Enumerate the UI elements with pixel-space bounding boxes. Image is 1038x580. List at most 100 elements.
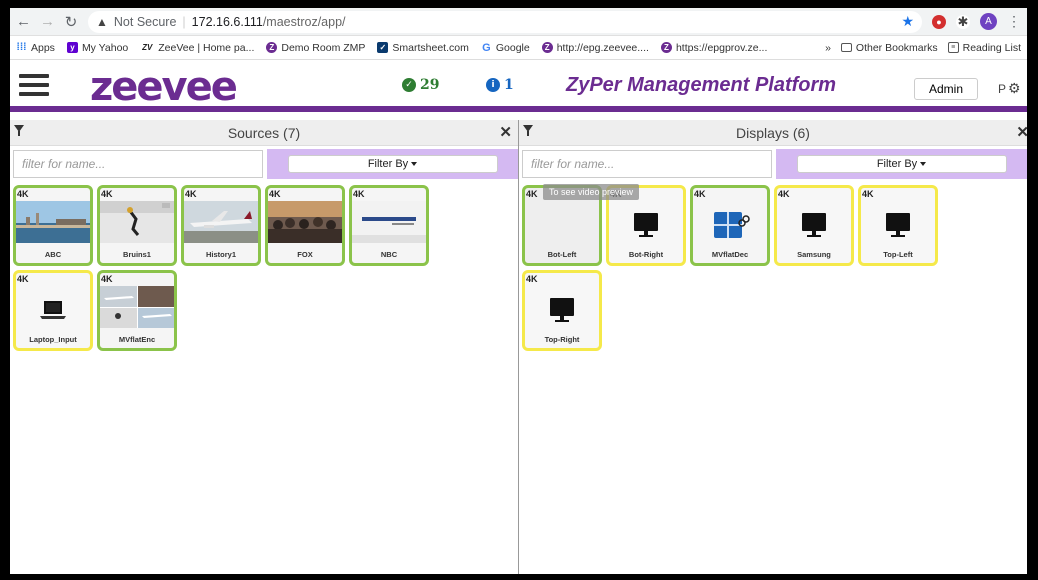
settings-menu[interactable]: P ⚙: [998, 80, 1021, 97]
reload-icon[interactable]: ↻: [64, 13, 78, 31]
resolution-badge: 4K: [862, 189, 874, 199]
resolution-badge: 4K: [778, 189, 790, 199]
source-name: ABC: [44, 250, 62, 259]
bookmark-smartsheet[interactable]: ✓ Smartsheet.com: [377, 41, 469, 54]
ok-status[interactable]: ✓ 29: [402, 77, 439, 93]
extensions-puzzle-icon[interactable]: ✱: [956, 14, 970, 29]
bookmark-label: http://epg.zeevee....: [556, 41, 649, 54]
bookmark-label: Google: [495, 41, 530, 54]
bookmark-my-yahoo[interactable]: y My Yahoo: [66, 41, 129, 54]
monitor-icon: [777, 208, 851, 242]
bookmark-star-icon[interactable]: ★: [901, 13, 914, 30]
browser-menu-icon[interactable]: ⋮: [1007, 13, 1021, 30]
filter-funnel-icon[interactable]: [14, 125, 24, 136]
source-name: History1: [205, 250, 236, 259]
display-name: Top-Right: [544, 335, 580, 344]
reading-list[interactable]: ≡ Reading List: [947, 41, 1021, 54]
displays-header: Displays (6) ✕: [519, 120, 1027, 146]
forward-icon[interactable]: →: [40, 13, 55, 30]
address-bar[interactable]: ▲ Not Secure | 172.16.6.111/maestroz/app…: [88, 10, 922, 33]
hamburger-menu-icon[interactable]: [19, 74, 49, 96]
zmp-icon: Z: [541, 42, 553, 53]
displays-filter-by-button[interactable]: Filter By: [796, 155, 1007, 173]
sources-panel: Sources (7) ✕ Filter By 4K: [10, 120, 519, 574]
url-host: 172.16.6.111: [191, 14, 263, 29]
gear-icon: ⚙: [1008, 80, 1021, 96]
resolution-badge: 4K: [353, 189, 365, 199]
close-icon[interactable]: ✕: [1016, 123, 1027, 141]
laptop-icon: [16, 293, 90, 327]
resolution-badge: 4K: [694, 189, 706, 199]
preview-tooltip: To see video preview: [543, 184, 640, 200]
source-tile[interactable]: 4K FOX: [265, 185, 345, 266]
back-icon[interactable]: ←: [16, 13, 31, 30]
caret-down-icon: [411, 162, 418, 166]
extension-record-icon[interactable]: ●: [932, 14, 946, 29]
app-header: zeevee ✓ 29 i 1 ZyPer Management Platfor…: [10, 60, 1027, 112]
source-tile[interactable]: 4K NBC: [349, 185, 429, 266]
source-tile[interactable]: 4K History1: [181, 185, 261, 266]
more-bookmarks-button[interactable]: »: [825, 42, 831, 54]
zmp-icon: Z: [660, 42, 672, 53]
filter-funnel-icon[interactable]: [523, 125, 533, 136]
display-tile[interactable]: 4K Top-Right: [522, 270, 602, 351]
video-thumbnail: [100, 286, 174, 328]
resolution-badge: 4K: [17, 274, 29, 284]
info-status[interactable]: i 1: [486, 77, 514, 93]
display-tile[interactable]: 4K Top-Left: [858, 185, 938, 266]
warning-icon: ▲: [96, 14, 108, 29]
display-tile[interactable]: 4K MVflatDec: [690, 185, 770, 266]
sources-header: Sources (7) ✕: [10, 120, 518, 146]
source-tile[interactable]: 4K Laptop_Input: [13, 270, 93, 351]
source-tile[interactable]: 4K Bruins1: [97, 185, 177, 266]
sources-filter-input[interactable]: [13, 150, 263, 178]
source-name: MVflatEnc: [118, 335, 156, 344]
bookmark-zeevee[interactable]: ZV ZeeVee | Home pa...: [140, 42, 254, 54]
bookmark-label: Reading List: [962, 41, 1021, 54]
displays-filter-bar: Filter By: [776, 149, 1027, 179]
source-tile[interactable]: 4K ABC: [13, 185, 93, 266]
zmp-icon: Z: [266, 42, 278, 53]
smartsheet-icon: ✓: [377, 42, 389, 53]
bookmark-apps[interactable]: ⁞⁞⁞ Apps: [16, 42, 55, 54]
p-label: P: [998, 81, 1007, 96]
source-tile[interactable]: 4K MVflatEnc: [97, 270, 177, 351]
bookmark-label: Smartsheet.com: [392, 41, 469, 54]
display-name: MVflatDec: [711, 250, 749, 259]
resolution-badge: 4K: [17, 189, 29, 199]
screen: ← → ↻ ▲ Not Secure | 172.16.6.111/maestr…: [10, 8, 1027, 574]
other-bookmarks[interactable]: Other Bookmarks: [840, 42, 938, 54]
admin-button[interactable]: Admin: [914, 78, 979, 100]
video-thumbnail: [352, 201, 426, 243]
bookmark-label: Demo Room ZMP: [281, 41, 366, 54]
caret-down-icon: [920, 162, 927, 166]
displays-filter-input[interactable]: [522, 150, 772, 178]
apps-grid-icon: ⁞⁞⁞: [16, 42, 27, 53]
bookmark-epgprov[interactable]: Z https://epgprov.ze...: [660, 42, 767, 54]
url-path: /maestroz/app/: [262, 14, 346, 29]
source-name: NBC: [380, 250, 398, 259]
profile-avatar[interactable]: A: [980, 13, 997, 30]
reading-list-icon: ≡: [947, 42, 959, 53]
bookmark-label: My Yahoo: [81, 41, 129, 54]
display-tile[interactable]: 4K Samsung: [774, 185, 854, 266]
info-circle-icon: i: [486, 78, 500, 92]
sources-filter-row: Filter By: [10, 146, 518, 182]
source-name: Bruins1: [123, 250, 151, 259]
bookmark-label: ZeeVee | Home pa...: [158, 41, 255, 54]
display-name: Top-Left: [883, 250, 913, 259]
url-separator: |: [182, 14, 186, 29]
main-panels: Sources (7) ✕ Filter By 4K: [10, 120, 1027, 574]
bookmark-epg[interactable]: Z http://epg.zeevee....: [541, 41, 649, 54]
check-circle-icon: ✓: [402, 78, 416, 92]
bookmark-google[interactable]: G Google: [481, 42, 530, 54]
displays-title: Displays (6): [736, 124, 810, 141]
displays-filter-row: Filter By: [519, 146, 1027, 182]
bookmark-demo-room[interactable]: Z Demo Room ZMP: [266, 42, 365, 54]
browser-toolbar: ← → ↻ ▲ Not Secure | 172.16.6.111/maestr…: [10, 8, 1027, 36]
filter-by-label: Filter By: [367, 158, 409, 170]
close-icon[interactable]: ✕: [499, 123, 512, 141]
video-thumbnail: [268, 201, 342, 243]
sources-filter-by-button[interactable]: Filter By: [287, 155, 498, 173]
multiview-icon: [693, 208, 767, 242]
